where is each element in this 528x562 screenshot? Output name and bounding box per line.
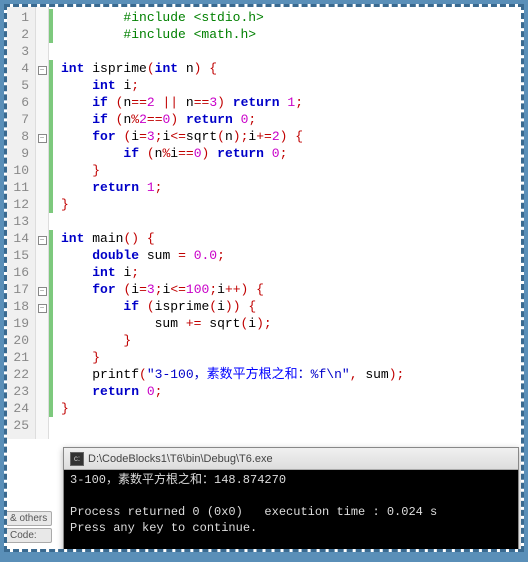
line-number-gutter: 1234567891011121314151617181920212223242… (7, 7, 35, 439)
code-line[interactable] (61, 213, 521, 230)
console-output: 3-100，素数平方根之和：148.874270 Process returne… (64, 470, 518, 552)
fold-cell (36, 111, 48, 128)
fold-cell (36, 196, 48, 213)
line-number: 5 (9, 77, 29, 94)
code-line[interactable]: #include <math.h> (61, 26, 521, 43)
fold-cell (36, 366, 48, 383)
fold-cell[interactable]: − (36, 230, 48, 247)
line-number: 12 (9, 196, 29, 213)
line-number: 20 (9, 332, 29, 349)
fold-cell[interactable]: − (36, 281, 48, 298)
tab-others[interactable]: & others (5, 511, 52, 526)
fold-toggle-icon[interactable]: − (38, 236, 47, 245)
fold-cell (36, 179, 48, 196)
code-line[interactable]: int i; (61, 77, 521, 94)
fold-toggle-icon[interactable]: − (38, 66, 47, 75)
app-frame: 1234567891011121314151617181920212223242… (4, 4, 524, 552)
code-line[interactable]: return 1; (61, 179, 521, 196)
line-number: 7 (9, 111, 29, 128)
line-number: 19 (9, 315, 29, 332)
code-line[interactable]: #include <stdio.h> (61, 9, 521, 26)
fold-column[interactable]: − − − − − (35, 7, 49, 439)
line-number: 8 (9, 128, 29, 145)
code-line[interactable]: if (isprime(i)) { (61, 298, 521, 315)
fold-cell (36, 162, 48, 179)
code-line[interactable]: int i; (61, 264, 521, 281)
console-window[interactable]: c: D:\CodeBlocks1\T6\bin\Debug\T6.exe 3-… (63, 447, 519, 552)
line-number: 2 (9, 26, 29, 43)
fold-cell[interactable]: − (36, 298, 48, 315)
fold-cell (36, 400, 48, 417)
line-number: 22 (9, 366, 29, 383)
code-line[interactable]: sum += sqrt(i); (61, 315, 521, 332)
line-number: 21 (9, 349, 29, 366)
line-number: 24 (9, 400, 29, 417)
code-line[interactable] (61, 417, 521, 434)
fold-toggle-icon[interactable]: − (38, 134, 47, 143)
fold-cell (36, 383, 48, 400)
bottom-left-tabs: & others Code: (5, 509, 52, 543)
code-line[interactable]: if (n%i==0) return 0; (61, 145, 521, 162)
fold-toggle-icon[interactable]: − (38, 287, 47, 296)
console-icon: c: (70, 452, 84, 466)
code-line[interactable]: double sum = 0.0; (61, 247, 521, 264)
console-titlebar[interactable]: c: D:\CodeBlocks1\T6\bin\Debug\T6.exe (64, 448, 518, 470)
fold-cell (36, 417, 48, 434)
line-number: 16 (9, 264, 29, 281)
line-number: 17 (9, 281, 29, 298)
line-number: 15 (9, 247, 29, 264)
code-line[interactable]: int main() { (61, 230, 521, 247)
tab-code[interactable]: Code: (5, 528, 52, 543)
code-line[interactable]: return 0; (61, 383, 521, 400)
fold-cell (36, 26, 48, 43)
fold-cell (36, 9, 48, 26)
code-line[interactable]: printf("3-100，素数平方根之和：%f\n", sum); (61, 366, 521, 383)
console-title-text: D:\CodeBlocks1\T6\bin\Debug\T6.exe (88, 453, 273, 465)
line-number: 14 (9, 230, 29, 247)
fold-cell (36, 332, 48, 349)
line-number: 18 (9, 298, 29, 315)
code-line[interactable]: } (61, 332, 521, 349)
line-number: 11 (9, 179, 29, 196)
fold-cell (36, 77, 48, 94)
fold-cell (36, 315, 48, 332)
code-line[interactable]: if (n%2==0) return 0; (61, 111, 521, 128)
code-line[interactable]: } (61, 162, 521, 179)
code-editor[interactable]: 1234567891011121314151617181920212223242… (7, 7, 521, 439)
code-line[interactable]: } (61, 349, 521, 366)
line-number: 1 (9, 9, 29, 26)
line-number: 25 (9, 417, 29, 434)
fold-cell (36, 264, 48, 281)
line-number: 23 (9, 383, 29, 400)
fold-cell (36, 145, 48, 162)
fold-cell (36, 94, 48, 111)
fold-toggle-icon[interactable]: − (38, 304, 47, 313)
line-number: 10 (9, 162, 29, 179)
code-line[interactable]: if (n==2 || n==3) return 1; (61, 94, 521, 111)
fold-cell (36, 247, 48, 264)
fold-cell[interactable]: − (36, 60, 48, 77)
code-line[interactable]: } (61, 400, 521, 417)
fold-cell (36, 43, 48, 60)
line-number: 13 (9, 213, 29, 230)
fold-cell (36, 213, 48, 230)
code-line[interactable]: for (i=3;i<=100;i++) { (61, 281, 521, 298)
code-content[interactable]: #include <stdio.h> #include <math.h> int … (53, 7, 521, 439)
fold-cell[interactable]: − (36, 128, 48, 145)
code-line[interactable]: } (61, 196, 521, 213)
code-line[interactable] (61, 43, 521, 60)
code-line[interactable]: int isprime(int n) { (61, 60, 521, 77)
code-line[interactable]: for (i=3;i<=sqrt(n);i+=2) { (61, 128, 521, 145)
line-number: 4 (9, 60, 29, 77)
line-number: 6 (9, 94, 29, 111)
line-number: 9 (9, 145, 29, 162)
line-number: 3 (9, 43, 29, 60)
fold-cell (36, 349, 48, 366)
